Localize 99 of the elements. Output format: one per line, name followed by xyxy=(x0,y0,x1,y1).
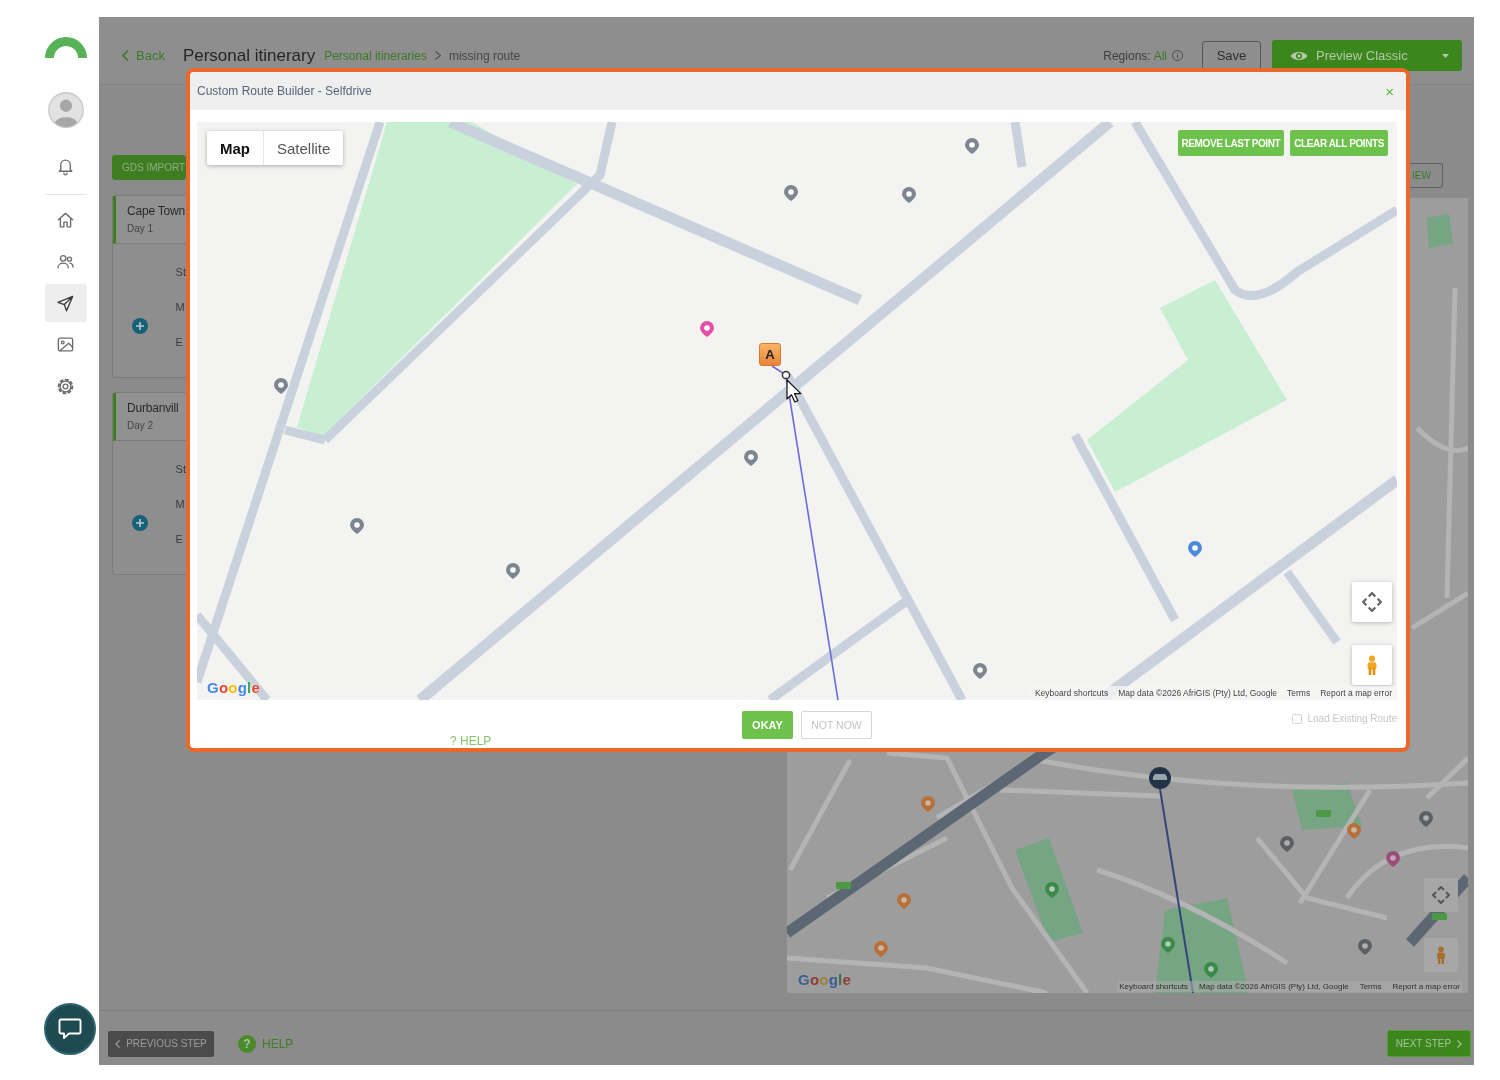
map-logo: Google xyxy=(798,971,851,988)
chevron-right-icon xyxy=(434,51,441,60)
fullscreen-icon xyxy=(1432,886,1450,904)
schedule-label: St xyxy=(175,265,186,279)
map-pin-icon xyxy=(744,450,758,466)
chat-button[interactable] xyxy=(44,1003,96,1055)
map-pin-icon xyxy=(1347,823,1361,839)
home-icon xyxy=(56,210,75,230)
street-view-button[interactable] xyxy=(1352,645,1392,685)
bell-icon[interactable] xyxy=(56,157,75,176)
next-step-button[interactable]: NEXT STEP xyxy=(1387,1030,1471,1057)
logo-icon xyxy=(43,36,88,58)
breadcrumb-link[interactable]: Personal itineraries xyxy=(324,48,427,63)
day-number: Day 2 xyxy=(127,420,155,431)
car-marker-icon xyxy=(1149,767,1171,789)
day-card-header[interactable]: Durbanvill Day 2 xyxy=(113,393,186,441)
fullscreen-button[interactable] xyxy=(1352,582,1392,622)
mouse-pointer-icon xyxy=(786,379,802,403)
people-icon xyxy=(56,252,75,271)
map-pin-icon xyxy=(1204,962,1218,978)
map-pin-icon xyxy=(506,563,520,579)
map-pin-icon xyxy=(897,893,911,909)
chevron-left-icon xyxy=(122,50,129,61)
schedule-label: M xyxy=(175,300,186,314)
map-pin-icon xyxy=(1280,836,1294,852)
map-type-tab[interactable]: Satellite xyxy=(263,131,344,165)
waypoint-icon xyxy=(781,370,791,380)
transit-stop-icon xyxy=(1432,913,1447,920)
waypoint-marker[interactable]: A xyxy=(759,343,781,366)
map-attribution-link[interactable]: Terms xyxy=(1287,688,1311,698)
map-action-button[interactable]: REMOVE LAST POINT xyxy=(1177,130,1285,156)
map-data-notice: Map data ©2026 AfriGIS (Pty) Ltd, Google xyxy=(1118,688,1278,698)
map-pin-icon xyxy=(874,941,888,957)
transit-stop-icon xyxy=(836,882,851,889)
regions-value[interactable]: All xyxy=(1153,48,1167,63)
chat-bubble-icon xyxy=(58,1018,82,1040)
info-icon[interactable] xyxy=(1172,50,1183,61)
map-pin-icon xyxy=(965,138,979,154)
avatar-icon[interactable] xyxy=(47,92,84,128)
day-place: Durbanvill xyxy=(127,401,180,415)
day-place: Cape Town xyxy=(127,204,186,218)
load-route-label: Load Existing Route xyxy=(1307,713,1397,724)
map-pin-icon xyxy=(1188,541,1202,557)
plus-circle-icon[interactable] xyxy=(132,318,148,334)
gear-icon xyxy=(56,376,75,396)
chevron-right-icon xyxy=(1457,1039,1463,1048)
map-pin-icon xyxy=(902,187,916,203)
transit-stop-icon xyxy=(1316,810,1331,817)
map-pin-icon xyxy=(1386,851,1400,867)
map-attribution-link[interactable]: Keyboard shortcuts xyxy=(1119,982,1189,991)
fullscreen-icon xyxy=(1362,592,1382,612)
close-button[interactable]: × xyxy=(1385,83,1394,99)
plus-circle-icon[interactable] xyxy=(132,515,148,531)
breadcrumb-current[interactable]: missing route xyxy=(448,48,521,63)
eye-icon xyxy=(1290,49,1308,62)
schedule-label: St xyxy=(175,462,186,476)
park xyxy=(1427,214,1453,248)
preview-button[interactable]: Preview Classic xyxy=(1272,40,1462,71)
map-attribution-link[interactable]: Terms xyxy=(1359,982,1382,991)
back-link[interactable]: Back xyxy=(122,48,165,63)
not-now-button[interactable]: NOT NOW xyxy=(801,711,872,739)
map-pin-icon xyxy=(1161,937,1175,953)
dialog-title: Custom Route Builder - Selfdrive xyxy=(197,84,372,98)
day-card-header[interactable]: Cape Town Day 1 xyxy=(113,196,186,244)
map-data-notice: Map data ©2026 AfriGIS (Pty) Ltd, Google xyxy=(1199,982,1349,991)
paper-plane-icon xyxy=(56,293,75,313)
help-link[interactable]: ? HELP xyxy=(450,735,492,748)
previous-step-button[interactable]: PREVIOUS STEP xyxy=(108,1030,214,1057)
page-title: Personal itinerary xyxy=(182,45,316,66)
fullscreen-button[interactable] xyxy=(1424,878,1458,912)
map-pin-icon xyxy=(274,378,288,394)
park xyxy=(1292,783,1362,830)
caret-down-icon xyxy=(1441,53,1449,58)
map-pin-icon xyxy=(700,321,714,337)
map-pin-icon xyxy=(1419,811,1433,827)
help-icon[interactable]: ? xyxy=(238,1034,256,1053)
schedule-label: M xyxy=(175,497,186,511)
map-pin-icon xyxy=(350,518,364,534)
help-link[interactable]: HELP xyxy=(262,1036,294,1051)
regions-label: Regions: xyxy=(1103,48,1151,63)
import-button[interactable]: GDS IMPORT xyxy=(112,155,186,180)
image-icon xyxy=(56,335,75,354)
map-pin-icon xyxy=(921,796,935,812)
chevron-left-icon xyxy=(115,1039,121,1048)
schedule-label: E xyxy=(175,335,184,349)
map-logo: Google xyxy=(207,679,260,696)
map-type-tab[interactable]: Map xyxy=(207,131,263,165)
map-pin-icon xyxy=(1045,882,1059,898)
map-attribution-link[interactable]: Report a map error xyxy=(1392,982,1460,991)
schedule-label: E xyxy=(175,532,184,546)
map-attribution-link[interactable]: Keyboard shortcuts xyxy=(1034,688,1109,698)
map-pin-icon xyxy=(1358,939,1372,955)
okay-button[interactable]: OKAY xyxy=(742,711,793,739)
map-pin-icon xyxy=(784,185,798,201)
map-action-button[interactable]: CLEAR ALL POINTS xyxy=(1290,130,1388,156)
nav-button[interactable] xyxy=(44,284,87,322)
map-pin-icon xyxy=(973,663,987,679)
day-number: Day 1 xyxy=(127,223,155,234)
map-attribution-link[interactable]: Report a map error xyxy=(1320,688,1392,698)
